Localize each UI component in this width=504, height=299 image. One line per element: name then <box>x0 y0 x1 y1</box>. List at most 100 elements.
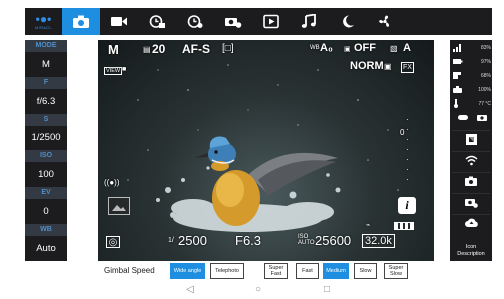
tab-night[interactable] <box>328 8 366 35</box>
setting-wb[interactable]: WB Auto <box>25 223 67 261</box>
setting-label: MODE <box>25 40 67 52</box>
gimbal-fast-button[interactable]: Fast <box>296 263 319 279</box>
quality-icon: ▣ <box>384 62 392 71</box>
tab-camera[interactable] <box>62 8 100 35</box>
recents-button[interactable]: □ <box>324 284 330 295</box>
gimbal-telephoto-button[interactable]: Telephoto <box>210 263 244 279</box>
moon-icon <box>343 15 354 28</box>
image-size-icon: ▧ <box>390 44 398 53</box>
back-button[interactable]: ◁ <box>186 284 194 295</box>
af-area: [□] <box>222 43 234 54</box>
setting-value: Auto <box>36 242 56 254</box>
setting-aperture[interactable]: F f/6.3 <box>25 76 67 114</box>
setting-shutter[interactable]: S 1/2500 <box>25 113 67 151</box>
gimbal-super-fast-button[interactable]: Super Fast <box>264 263 288 279</box>
storage-icon <box>453 72 461 79</box>
home-button[interactable]: ○ <box>255 284 261 295</box>
shooting-mode: M <box>108 42 119 57</box>
setting-label: EV <box>25 187 67 200</box>
shots-icon: ▤ <box>143 45 151 54</box>
camera-icon <box>465 176 477 186</box>
setting-label: S <box>25 113 67 126</box>
temperature-value: 77 °C <box>478 100 491 107</box>
camera-battery-value: 100% <box>478 86 491 93</box>
iso-display: 25600 <box>315 233 352 248</box>
aperture-display: F6.3 <box>235 233 262 248</box>
fullscreen-button[interactable] <box>452 130 490 147</box>
wifi-button[interactable] <box>452 151 490 168</box>
tab-timer[interactable] <box>176 8 214 35</box>
drive-icon: ▣ <box>344 46 351 53</box>
capture-button[interactable] <box>452 172 490 189</box>
setting-mode[interactable]: MODE M <box>25 40 67 77</box>
thermometer-icon <box>454 99 458 108</box>
battery-value: 97% <box>480 58 491 65</box>
usb-icon: ⌁ <box>366 222 371 229</box>
vibration-reduction-icon: ((●)) <box>104 178 120 187</box>
camera-mini-icon: ■ <box>122 66 127 73</box>
gimbal-slow-button[interactable]: Slow <box>354 263 377 279</box>
setting-ev[interactable]: EV 0 <box>25 187 67 224</box>
camera-settings-button[interactable] <box>452 193 490 210</box>
setting-label: ISO <box>25 150 67 163</box>
setting-label: WB <box>25 223 67 236</box>
shutter-display: 2500 <box>178 233 207 248</box>
live-view-image <box>127 64 399 232</box>
music-note-icon <box>301 14 316 28</box>
top-toolbar: •●• MIRACL <box>25 8 492 35</box>
setting-iso[interactable]: ISO 100 <box>25 150 67 187</box>
live-view[interactable]: M ▤ 20 AF-S [□] WB A₀ ▣ OFF ▧ A NORM ▣ F… <box>98 40 434 261</box>
camera-gear-icon <box>464 198 478 208</box>
tab-photo-timer[interactable] <box>214 8 252 35</box>
tab-timelapse[interactable] <box>138 8 176 35</box>
logo-icon: •●• <box>35 12 52 26</box>
info-button[interactable]: i <box>398 197 416 214</box>
status-temperature: 77 °C <box>453 98 491 109</box>
image-size: A <box>403 42 411 54</box>
tab-playback[interactable] <box>252 8 290 35</box>
status-connection <box>453 112 491 123</box>
cloud-upload-icon <box>464 218 478 227</box>
tab-video[interactable] <box>100 8 138 35</box>
timer-icon <box>187 15 203 28</box>
camera-icon <box>476 115 487 121</box>
timelapse-icon <box>149 15 165 28</box>
shots-remaining: 20 <box>152 42 166 56</box>
exposure-scale-value: 0 <box>400 128 405 137</box>
storage-value: 68% <box>480 72 491 79</box>
metering-icon: ◎ <box>106 236 120 248</box>
logo-text: MIRACL <box>35 25 52 30</box>
setting-value: f/6.3 <box>36 95 56 107</box>
gimbal-speed-row: Gimbal Speed Wide angle Telephoto Super … <box>0 262 504 280</box>
shutter-prefix: 1/ <box>168 237 174 244</box>
tab-music[interactable] <box>290 8 328 35</box>
icon-description-button[interactable]: Icon Description <box>452 241 490 261</box>
iso-icon: ISO AUTO <box>298 234 315 246</box>
system-nav-bar: ◁ ○ □ <box>0 282 504 299</box>
gimbal-wide-angle-button[interactable]: Wide angle <box>170 263 205 279</box>
image-quality: NORM <box>350 60 384 72</box>
settings-panel: MODE M F f/6.3 S 1/2500 ISO 100 EV 0 WB … <box>25 40 67 261</box>
setting-value: M <box>42 58 50 70</box>
camera-icon <box>73 15 89 28</box>
battery-level-icon <box>394 222 414 230</box>
upload-button[interactable] <box>452 214 490 231</box>
exposure-scale: · · · · · · · <box>406 115 409 184</box>
camera-battery-icon <box>453 86 462 93</box>
camera-timer-icon <box>225 18 242 28</box>
video-camera-icon <box>111 17 127 26</box>
app-logo: •●• MIRACL <box>25 8 62 35</box>
tab-fan[interactable] <box>366 8 404 35</box>
gimbal-medium-button[interactable]: Medium <box>323 263 349 279</box>
status-signal: 83% <box>453 42 491 53</box>
gimbal-super-slow-button[interactable]: Super Slow <box>384 263 408 279</box>
drive-mode: OFF <box>354 42 376 54</box>
fullscreen-icon <box>465 133 477 145</box>
fx-badge: FX <box>401 62 414 73</box>
setting-value: 0 <box>43 206 49 218</box>
signal-value: 83% <box>480 44 491 51</box>
wb-indicator: A₀ <box>320 42 333 54</box>
last-photo-thumbnail[interactable] <box>108 197 130 215</box>
af-mode: AF-S <box>182 42 210 56</box>
wb-icon: WB <box>310 45 320 51</box>
